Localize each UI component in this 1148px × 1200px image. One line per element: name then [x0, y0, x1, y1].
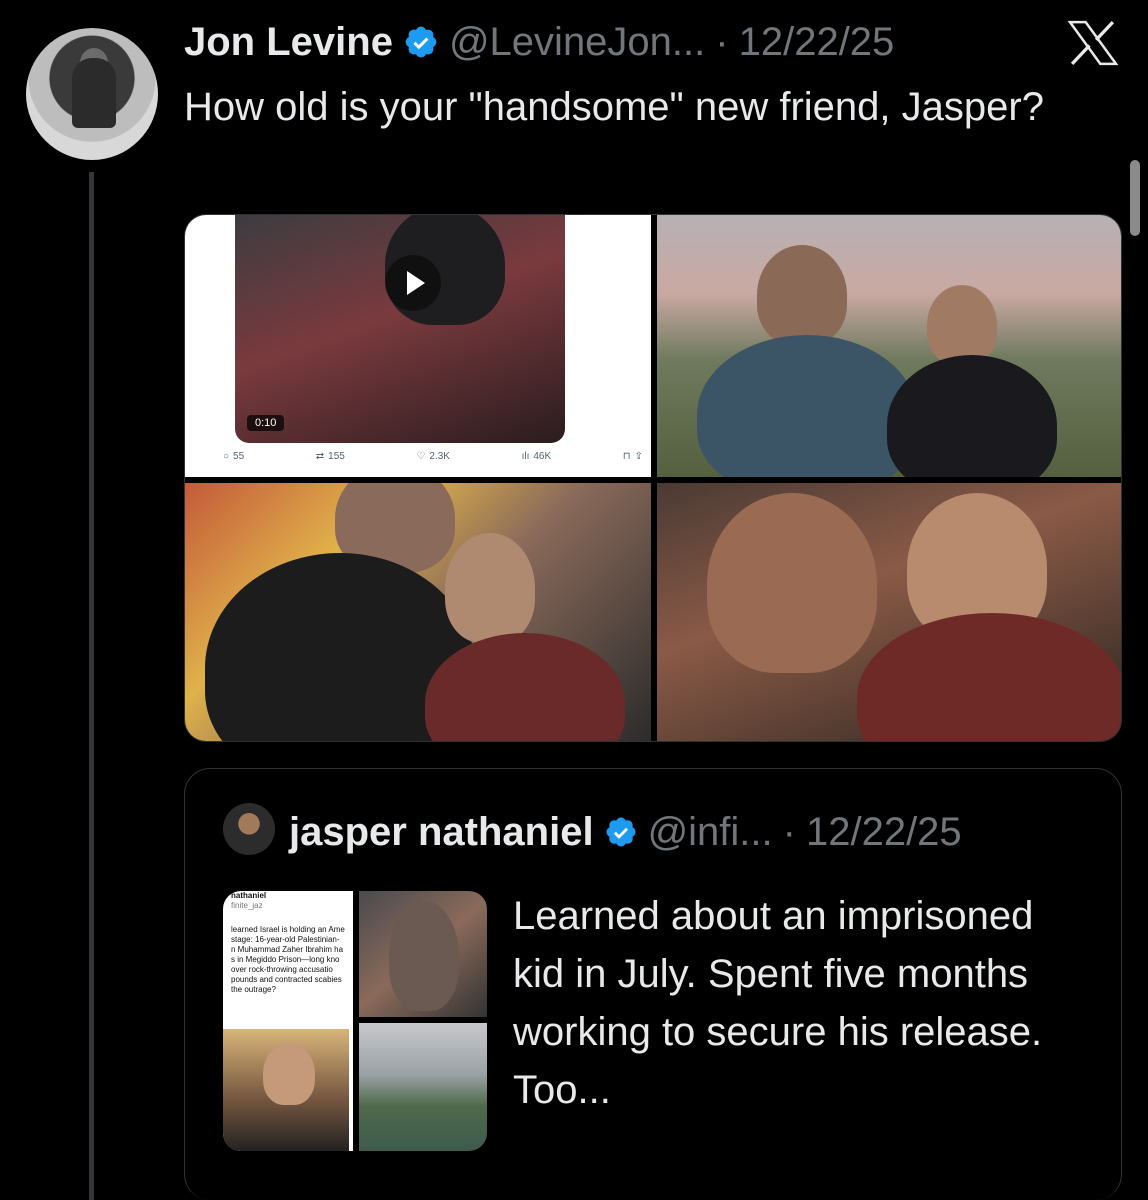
embedded-stats: ○ 55 ⇄ 155 ♡ 2.3K ılı 46K ⊓ ⇪ — [223, 451, 643, 462]
screenshot-line: pounds and contracted scabies — [231, 975, 342, 984]
tweet-text: How old is your "handsome" new friend, J… — [184, 85, 1044, 129]
author-avatar[interactable] — [26, 28, 158, 160]
views-count: 46K — [533, 451, 552, 462]
quoted-photo-boy — [223, 1029, 349, 1151]
thread-line — [89, 172, 94, 1200]
screenshot-line: over rock-throwing accusatio — [231, 965, 333, 974]
photo-jacket-boy — [887, 355, 1057, 477]
tweet-date[interactable]: 12/22/25 — [739, 20, 895, 65]
avatar-figure — [72, 58, 116, 128]
quoted-media-hug[interactable] — [359, 891, 487, 1017]
play-icon[interactable] — [385, 255, 441, 311]
media-photo-selfie[interactable] — [657, 483, 1121, 741]
screenshot-line: nathaniel — [231, 891, 267, 900]
share-icon: ⇪ — [634, 451, 643, 462]
views-stat[interactable]: ılı 46K — [522, 451, 552, 462]
screenshot-line: s in Megiddo Prison—long kno — [231, 955, 340, 964]
embedded-video-thumbnail[interactable]: 0:10 — [235, 215, 565, 443]
quoted-screenshot-text: nathaniel finite_jaz learned Israel is h… — [231, 891, 351, 1011]
quoted-tweet-text: Learned about an imprisoned kid in July.… — [513, 894, 1043, 1112]
screenshot-line: the outrage? — [231, 985, 276, 994]
photo-face-man-3 — [707, 493, 877, 673]
reply-icon: ○ — [223, 451, 230, 462]
bookmark-icon: ⊓ — [622, 451, 631, 462]
photo-face-boy — [927, 285, 997, 365]
quoted-media-screenshot[interactable]: nathaniel finite_jaz learned Israel is h… — [223, 891, 353, 1151]
reply-stat[interactable]: ○ 55 — [223, 451, 244, 462]
quoted-tweet[interactable]: jasper nathaniel @infi... · 12/22/25 nat… — [184, 768, 1122, 1200]
retweet-count: 155 — [328, 451, 345, 462]
screenshot-line: finite_jaz — [231, 901, 263, 910]
tweet-header: Jon Levine @LevineJon... · 12/22/25 — [184, 18, 894, 66]
quoted-tweet-date[interactable]: 12/22/25 — [806, 810, 962, 855]
like-count: 2.3K — [429, 451, 450, 462]
media-grid: 0:10 ○ 55 ⇄ 155 ♡ 2.3K ılı 46K ⊓ ⇪ — [184, 214, 1122, 742]
quoted-author-avatar[interactable] — [223, 803, 275, 855]
x-logo-icon[interactable] — [1066, 20, 1120, 66]
quoted-photo-hug-figures — [389, 901, 459, 1011]
quoted-media-river[interactable] — [359, 1023, 487, 1151]
like-stat[interactable]: ♡ 2.3K — [416, 451, 450, 462]
photo-jacket-boy-3 — [857, 613, 1121, 741]
photo-face-man — [757, 245, 847, 345]
photo-shirt-man — [697, 335, 917, 477]
heart-icon: ♡ — [416, 451, 426, 462]
photo-face-boy-2 — [445, 533, 535, 643]
quoted-media-grid[interactable]: nathaniel finite_jaz learned Israel is h… — [223, 891, 487, 1151]
retweet-icon: ⇄ — [315, 451, 325, 462]
verified-badge-icon — [606, 817, 636, 847]
screenshot-line: learned Israel is holding an Ame — [231, 925, 345, 934]
media-photo-field[interactable] — [657, 215, 1121, 477]
reply-count: 55 — [233, 451, 245, 462]
quoted-author-handle[interactable]: @infi... — [648, 810, 773, 855]
bookmark-share[interactable]: ⊓ ⇪ — [623, 451, 643, 462]
media-embedded-tweet[interactable]: 0:10 ○ 55 ⇄ 155 ♡ 2.3K ılı 46K ⊓ ⇪ — [185, 215, 651, 477]
quoted-author-name[interactable]: jasper nathaniel — [289, 810, 594, 855]
screenshot-line: n Muhammad Zaher Ibrahim ha — [231, 945, 344, 954]
separator-dot: · — [782, 809, 796, 854]
retweet-stat[interactable]: ⇄ 155 — [316, 451, 345, 462]
author-name[interactable]: Jon Levine — [184, 20, 393, 65]
views-icon: ılı — [521, 451, 530, 462]
author-handle[interactable]: @LevineJon... — [449, 20, 705, 65]
screenshot-line: stage: 16-year-old Palestinian- — [231, 935, 340, 944]
quoted-photo-face — [263, 1043, 315, 1105]
separator-dot: · — [715, 19, 729, 64]
scrollbar[interactable] — [1130, 160, 1140, 236]
video-duration: 0:10 — [247, 415, 285, 431]
quoted-tweet-header: jasper nathaniel @infi... · 12/22/25 — [289, 807, 962, 857]
verified-badge-icon — [405, 26, 437, 58]
media-photo-icecream[interactable] — [185, 483, 651, 741]
